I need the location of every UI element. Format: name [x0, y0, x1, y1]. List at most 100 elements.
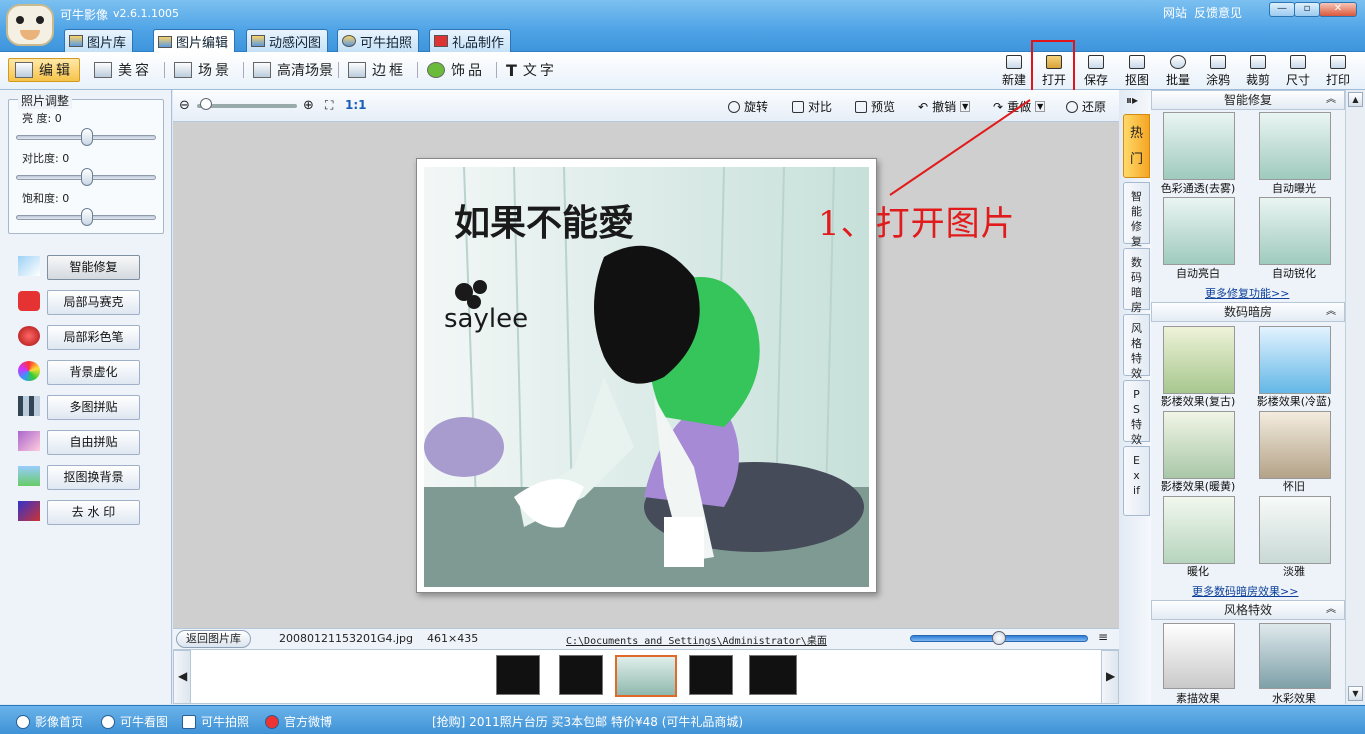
effect-label[interactable]: 素描效果 — [1150, 690, 1246, 706]
more-darkroom-link[interactable]: 更多数码暗房效果>> — [1192, 583, 1298, 599]
feedback-link[interactable]: 反馈意见 — [1194, 4, 1242, 21]
menu-icon[interactable]: ≡ — [1098, 630, 1108, 644]
website-link[interactable]: 网站 — [1163, 4, 1187, 21]
smart-repair-button[interactable]: 智能修复 — [47, 255, 140, 280]
more-repair-link[interactable]: 更多修复功能>> — [1205, 285, 1289, 301]
maximize-button[interactable]: ▫ — [1294, 2, 1320, 17]
effect-label[interactable]: 自动曝光 — [1246, 180, 1342, 196]
saturation-thumb[interactable] — [81, 208, 93, 226]
back-to-library-button[interactable]: 返回图片库 — [176, 630, 251, 648]
viewer-link[interactable]: 可牛看图 — [101, 713, 168, 730]
multi-collage-button[interactable]: 多图拼贴 — [47, 395, 140, 420]
vtab-smart-repair[interactable]: 智能修复 — [1123, 182, 1150, 248]
collapse-icon[interactable]: ︽ — [1326, 303, 1336, 321]
camera-link[interactable]: 可牛拍照 — [182, 713, 249, 730]
change-background-button[interactable]: 抠图换背景 — [47, 465, 140, 490]
color-pen-button[interactable]: 局部彩色笔 — [47, 325, 140, 350]
cutout-button[interactable]: 抠图 — [1119, 55, 1155, 89]
effect-label[interactable]: 暖化 — [1150, 563, 1246, 579]
section-style-effects[interactable]: 风格特效 ︽ — [1151, 600, 1345, 620]
filmstrip-prev-button[interactable]: ◀ — [173, 650, 191, 704]
vtab-darkroom[interactable]: 数码暗房 — [1123, 248, 1150, 314]
restore-button[interactable]: 还原 — [1066, 98, 1106, 115]
scroll-down-icon[interactable]: ▼ — [1348, 686, 1363, 701]
filmstrip-next-button[interactable]: ▶ — [1101, 650, 1119, 704]
background-blur-button[interactable]: 背景虚化 — [47, 360, 140, 385]
doodle-button[interactable]: 涂鸦 — [1200, 55, 1236, 89]
effect-thumbnail[interactable] — [1259, 623, 1331, 689]
thumbnail[interactable] — [559, 655, 603, 695]
zoom-in-icon[interactable]: ⊕ — [303, 98, 314, 113]
new-button[interactable]: 新建 — [996, 55, 1032, 89]
effect-label[interactable]: 自动亮白 — [1150, 265, 1246, 281]
edited-photo[interactable]: 如果不能愛 saylee — [424, 167, 869, 587]
home-link[interactable]: 影像首页 — [16, 713, 83, 730]
actual-size-button[interactable]: 1:1 — [345, 98, 367, 112]
local-mosaic-button[interactable]: 局部马赛克 — [47, 290, 140, 315]
thumbnail-size-thumb[interactable] — [992, 631, 1006, 645]
effect-thumbnail[interactable] — [1259, 112, 1331, 180]
zoom-out-icon[interactable]: ⊖ — [179, 98, 190, 113]
brightness-thumb[interactable] — [81, 128, 93, 146]
thumbnail[interactable] — [689, 655, 733, 695]
tool-beauty[interactable]: 美容 — [88, 58, 158, 82]
thumbnail[interactable] — [749, 655, 797, 695]
tab-photo-edit[interactable]: 图片编辑 — [153, 29, 236, 53]
effect-thumbnail[interactable] — [1259, 197, 1331, 265]
rotate-button[interactable]: 旋转 — [728, 98, 768, 115]
vtab-style-effects[interactable]: 风格特效 — [1123, 314, 1150, 380]
vtab-exif[interactable]: Exif — [1123, 446, 1150, 516]
contrast-thumb[interactable] — [81, 168, 93, 186]
fit-icon[interactable]: ⛶ — [325, 98, 333, 113]
collapse-icon[interactable]: ︽ — [1326, 91, 1336, 109]
compare-button[interactable]: 对比 — [792, 98, 832, 115]
effect-thumbnail[interactable] — [1163, 623, 1235, 689]
vtab-hot[interactable]: 热门 — [1123, 114, 1150, 178]
weibo-link[interactable]: 官方微博 — [265, 713, 332, 730]
effect-thumbnail[interactable] — [1163, 326, 1235, 394]
save-button[interactable]: 保存 — [1078, 55, 1114, 89]
promo-link[interactable]: [抢购] 2011照片台历 买3本包邮 特价¥48 (可牛礼品商城) — [432, 713, 743, 730]
batch-button[interactable]: 批量 — [1160, 55, 1196, 89]
tab-flash-gif[interactable]: 动感闪图 — [246, 29, 329, 52]
effect-label[interactable]: 怀旧 — [1246, 478, 1342, 494]
collapse-icon[interactable]: ︽ — [1326, 601, 1336, 619]
tab-camera[interactable]: 可牛拍照 — [337, 29, 420, 52]
effect-thumbnail[interactable] — [1163, 411, 1235, 479]
collapse-panel-icon[interactable]: ⏸▸ — [1126, 93, 1138, 108]
tool-border[interactable]: 边框 — [342, 58, 412, 82]
resize-button[interactable]: 尺寸 — [1280, 55, 1316, 89]
effect-label[interactable]: 自动锐化 — [1246, 265, 1342, 281]
right-scrollbar[interactable]: ▲ ▼ — [1345, 90, 1365, 704]
effect-thumbnail[interactable] — [1163, 496, 1235, 564]
scroll-up-icon[interactable]: ▲ — [1348, 92, 1363, 107]
effect-thumbnail[interactable] — [1163, 112, 1235, 180]
tool-text[interactable]: T 文字 — [500, 58, 563, 82]
crop-button[interactable]: 裁剪 — [1240, 55, 1276, 89]
zoom-thumb[interactable] — [200, 98, 212, 110]
free-collage-button[interactable]: 自由拼贴 — [47, 430, 140, 455]
effect-thumbnail[interactable] — [1259, 326, 1331, 394]
effect-label[interactable]: 影楼效果(冷蓝) — [1246, 393, 1342, 409]
tool-hd-scene[interactable]: 高清场景 — [247, 58, 339, 82]
vtab-ps-effects[interactable]: PS特效 — [1123, 380, 1150, 446]
effect-label[interactable]: 影楼效果(复古) — [1150, 393, 1246, 409]
file-path-link[interactable]: C:\Documents and Settings\Administrator\… — [566, 632, 827, 647]
effect-thumbnail[interactable] — [1259, 411, 1331, 479]
tool-edit[interactable]: 编辑 — [8, 58, 80, 82]
tool-scene[interactable]: 场景 — [168, 58, 238, 82]
tab-gift[interactable]: 礼品制作 — [429, 29, 512, 52]
tool-decoration[interactable]: 饰品 — [421, 58, 491, 82]
effect-label[interactable]: 淡雅 — [1246, 563, 1342, 579]
section-smart-repair[interactable]: 智能修复 ︽ — [1151, 90, 1345, 110]
print-button[interactable]: 打印 — [1320, 55, 1356, 89]
remove-watermark-button[interactable]: 去 水 印 — [47, 500, 140, 525]
tab-photo-library[interactable]: 图片库 — [64, 29, 134, 52]
effect-thumbnail[interactable] — [1259, 496, 1331, 564]
close-button[interactable]: ✕ — [1319, 2, 1357, 17]
zoom-slider[interactable] — [197, 104, 297, 108]
minimize-button[interactable]: — — [1269, 2, 1295, 17]
thumbnail-selected[interactable] — [615, 655, 677, 697]
thumbnail[interactable] — [496, 655, 540, 695]
effect-label[interactable]: 色彩通透(去雾) — [1150, 180, 1246, 196]
